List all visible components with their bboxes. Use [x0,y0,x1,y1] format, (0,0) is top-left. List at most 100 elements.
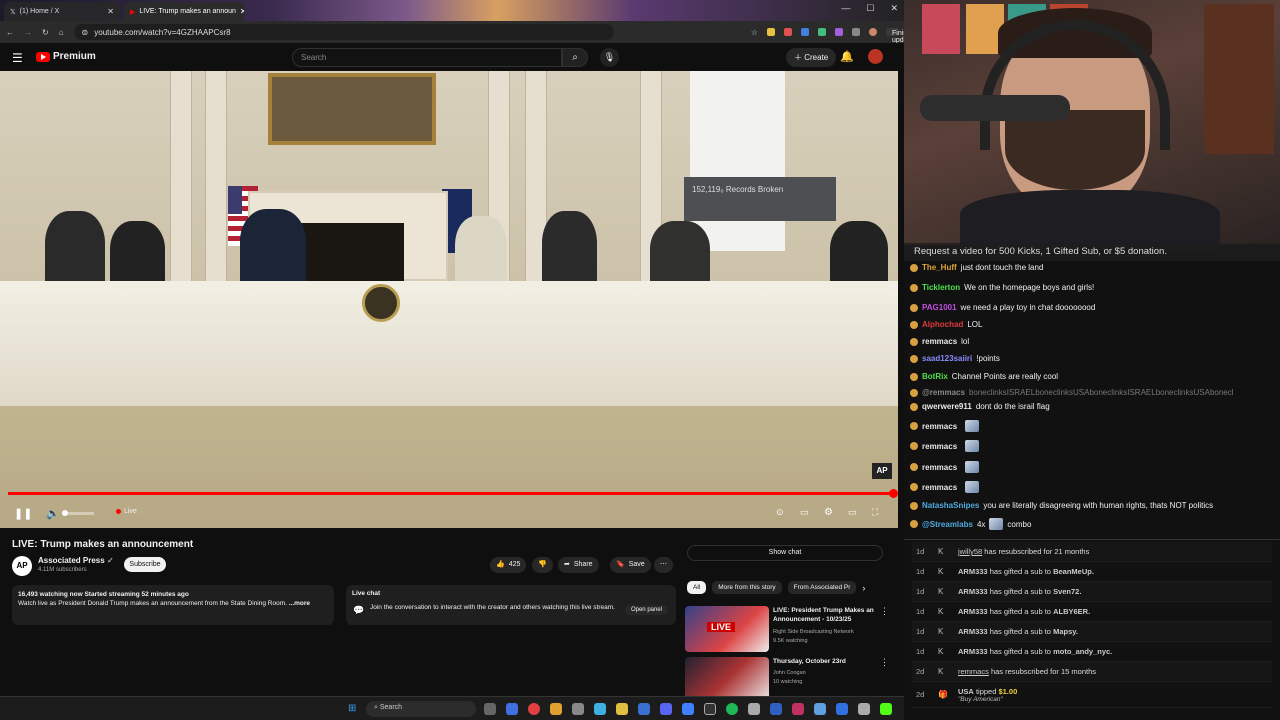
extension-icon[interactable] [784,28,792,36]
chat-username[interactable]: PAG1001 [922,303,957,312]
app-icon[interactable] [770,703,782,715]
extension-icon[interactable] [818,28,826,36]
url-field[interactable]: ⊜ youtube.com/watch?v=4GZHAAPCsr8 [73,24,614,40]
description-box[interactable]: 16,493 watching now Started streaming 52… [12,585,334,625]
channel-avatar[interactable]: AP [12,556,32,576]
volume-slider[interactable] [62,510,94,516]
event-target[interactable]: Mapsy. [1053,627,1078,636]
account-avatar[interactable] [868,49,883,64]
browser-tab-youtube[interactable]: ▶ LIVE: Trump makes an announ ✕ [124,2,244,21]
chrome-icon[interactable] [528,703,540,715]
more-vert-icon[interactable]: ⋮ [880,606,889,617]
back-icon[interactable]: ← [6,28,14,37]
chat-username[interactable]: Ticklerton [922,283,960,292]
chat-username[interactable]: remmacs [922,463,957,472]
video-thumbnail[interactable]: LIVE [685,606,769,652]
show-chat-button[interactable]: Show chat [687,545,883,561]
rec-channel[interactable]: Right Side Broadcasting Network [773,629,854,635]
chat-username[interactable]: @remmacs [922,388,965,397]
close-tab-icon[interactable]: ✕ [240,7,244,16]
open-panel-button[interactable]: Open panel [624,605,668,615]
close-tab-icon[interactable]: ✕ [107,7,114,16]
subscribe-button[interactable]: Subscribe [124,557,166,572]
app-icon[interactable] [792,703,804,715]
profile-icon[interactable] [869,28,877,36]
captions-icon[interactable]: ▭ [800,507,809,518]
chat-username[interactable]: remmacs [922,422,957,431]
extension-icon[interactable] [801,28,809,36]
rec-title[interactable]: Thursday, October 23rd [773,657,881,666]
chat-username[interactable]: @Streamlabs [922,520,973,529]
close-window-icon[interactable]: ✕ [890,3,898,14]
chat-username[interactable]: remmacs [922,442,957,451]
maximize-icon[interactable]: ☐ [866,3,874,14]
site-info-icon[interactable]: ⊜ [82,28,89,37]
bookmark-star-icon[interactable]: ☆ [751,28,758,37]
finish-update-button[interactable]: Finish update [886,28,904,44]
chat-username[interactable]: Alphochad [922,320,963,329]
rec-title[interactable]: LIVE: President Trump Makes an Announcem… [773,606,881,624]
chat-username[interactable]: NatashaSnipes [922,501,979,510]
app-icon[interactable] [858,703,870,715]
channel-name[interactable]: Associated Press ✓ [38,556,114,565]
app-icon[interactable] [638,703,650,715]
fullscreen-icon[interactable]: ⛶ [872,507,878,518]
youtube-premium-logo[interactable]: Premium [36,51,96,62]
progress-bar[interactable] [8,489,898,498]
rec-channel[interactable]: John Coogan [773,670,806,676]
browser-tab-x[interactable]: 𝕏 (1) Home / X ✕ [4,2,120,21]
spotify-icon[interactable] [726,703,738,715]
like-button[interactable]: 👍 425 [490,557,527,573]
event-user[interactable]: ARM333 [958,587,988,596]
live-indicator[interactable]: Live [116,508,137,515]
chat-username[interactable]: qwerwere911 [922,402,972,411]
event-target[interactable]: ALBY6ER. [1053,607,1090,616]
event-target[interactable]: BeanMeUp. [1053,567,1094,576]
event-user[interactable]: ARM333 [958,607,988,616]
notifications-bell-icon[interactable]: 🔔 [840,50,854,63]
home-icon[interactable]: ⌂ [59,28,64,37]
more-actions-button[interactable]: ⋯ [654,557,673,573]
create-button[interactable]: ＋ Create [786,48,837,67]
chat-username[interactable]: BotRix [922,372,948,381]
app-icon[interactable] [506,703,518,715]
more-vert-icon[interactable]: ⋮ [880,657,889,668]
app-icon[interactable] [572,703,584,715]
event-user[interactable]: remmacs [958,667,989,676]
dislike-button[interactable]: 👎 [532,557,553,573]
event-target[interactable]: Sven72. [1053,587,1081,596]
chat-username[interactable]: remmacs [922,337,957,346]
video-player[interactable]: 152,119₀ Records Broken AP ❚❚ 🔈 Live ⊙ ▭… [0,71,898,528]
chat-username[interactable]: remmacs [922,483,957,492]
obs-icon[interactable] [704,703,716,715]
windows-start-icon[interactable]: ⊞ [348,703,356,714]
chip-all[interactable]: All [687,581,707,594]
app-icon[interactable] [836,703,848,715]
volume-icon[interactable]: 🔈 [46,507,60,520]
show-more-link[interactable]: ...more [289,600,310,607]
app-icon[interactable] [550,703,562,715]
chevron-right-icon[interactable]: › [862,581,865,594]
share-button[interactable]: ➦ Share [558,557,599,573]
extension-icon[interactable] [835,28,843,36]
search-input[interactable]: Search [292,48,562,67]
chip-more-from-story[interactable]: More from this story [712,581,782,594]
save-button[interactable]: 🔖 Save [610,557,651,573]
autoplay-toggle-icon[interactable]: ⊙ [776,507,784,518]
chat-username[interactable]: saad123saiiri [922,354,972,363]
app-icon[interactable] [682,703,694,715]
event-user[interactable]: USA [958,687,974,696]
taskview-icon[interactable] [484,703,496,715]
progress-scrubber[interactable] [889,489,898,498]
event-target[interactable]: moto_andy_nyc. [1053,647,1112,656]
extension-icon[interactable] [767,28,775,36]
app-icon[interactable] [814,703,826,715]
app-icon[interactable] [748,703,760,715]
minimize-icon[interactable]: — [841,3,850,14]
discord-icon[interactable] [660,703,672,715]
forward-icon[interactable]: → [24,28,32,37]
event-user[interactable]: ARM333 [958,567,988,576]
event-user[interactable]: jwilly58 [958,547,982,556]
pause-icon[interactable]: ❚❚ [14,507,32,520]
settings-gear-icon[interactable]: ⚙ [824,507,833,518]
